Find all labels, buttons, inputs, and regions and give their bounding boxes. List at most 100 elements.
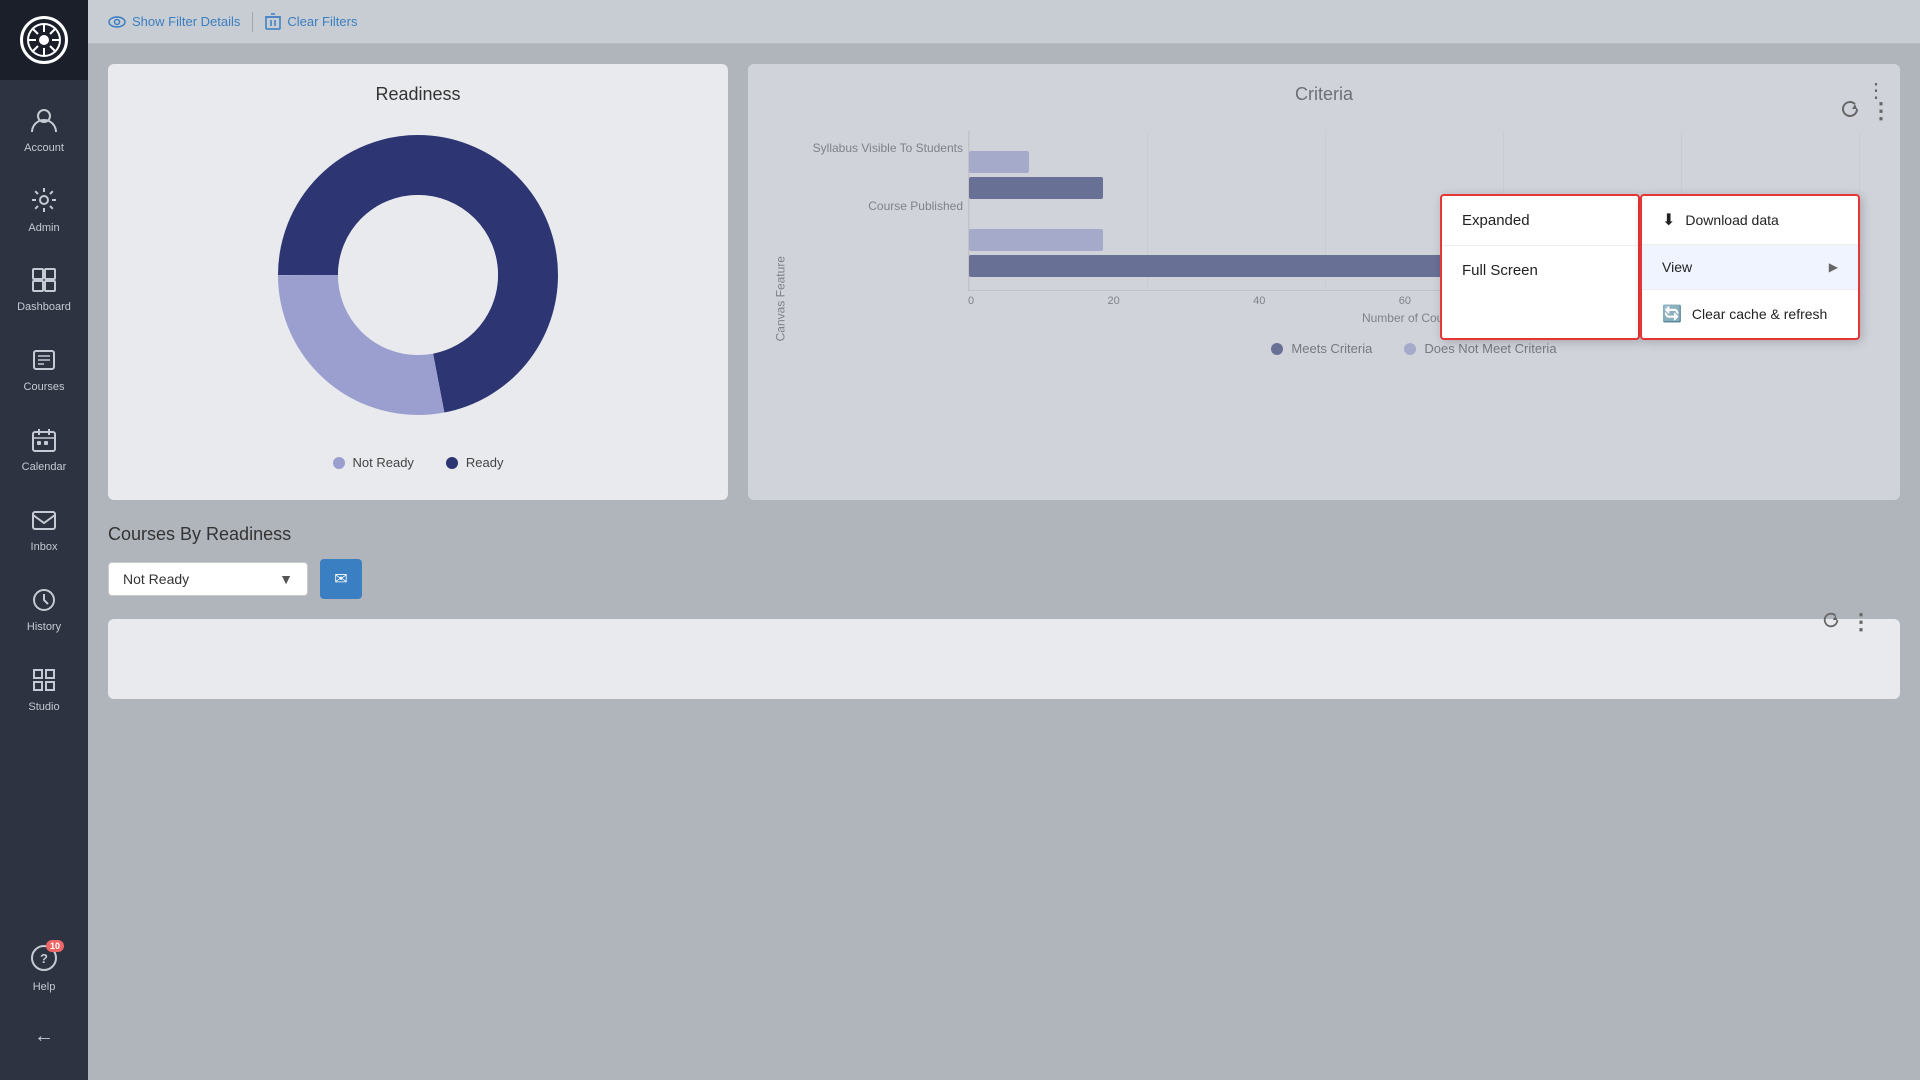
courses-by-readiness-section: Courses By Readiness Not Ready ▼ ✉ bbox=[108, 524, 1900, 599]
legend-label-dnm: Does Not Meet Criteria bbox=[1424, 341, 1556, 356]
sidebar-item-history[interactable]: History bbox=[0, 570, 88, 650]
legend-dnm: Does Not Meet Criteria bbox=[1404, 341, 1556, 356]
legend-ready: Ready bbox=[446, 455, 504, 470]
courses-section-title: Courses By Readiness bbox=[108, 524, 1900, 545]
legend-dot-meets bbox=[1271, 343, 1283, 355]
bar-row-syllabus-dnm bbox=[969, 151, 1860, 173]
clear-filters-button[interactable]: Clear Filters bbox=[265, 13, 357, 31]
bar-chart-legend: Meets Criteria Does Not Meet Criteria bbox=[968, 341, 1860, 356]
sidebar-item-studio[interactable]: Studio bbox=[0, 650, 88, 730]
legend-label-ready: Ready bbox=[466, 455, 504, 470]
legend-dot-ready bbox=[446, 457, 458, 469]
criteria-card: Criteria ⋮ Syllabus Visible To Students … bbox=[748, 64, 1900, 500]
x-label-40: 40 bbox=[1253, 295, 1265, 307]
dropdown-chevron-icon: ▼ bbox=[279, 571, 293, 587]
y-axis-title: Canvas Feature bbox=[774, 256, 788, 341]
clear-cache-label: Clear cache & refresh bbox=[1692, 306, 1827, 322]
show-filter-details-button[interactable]: Show Filter Details bbox=[108, 13, 240, 31]
x-label-20: 20 bbox=[1107, 295, 1119, 307]
sidebar-item-inbox[interactable]: Inbox bbox=[0, 490, 88, 570]
eye-icon bbox=[108, 13, 126, 31]
clear-filters-label: Clear Filters bbox=[287, 14, 357, 29]
dropdown-value: Not Ready bbox=[123, 571, 189, 587]
history-icon bbox=[31, 587, 57, 617]
sidebar-item-dashboard[interactable]: Dashboard bbox=[0, 250, 88, 330]
legend-dot-dnm bbox=[1404, 343, 1416, 355]
svg-text:?: ? bbox=[40, 951, 48, 966]
inbox-icon bbox=[31, 507, 57, 537]
sidebar-item-label: Account bbox=[24, 142, 64, 154]
admin-icon bbox=[30, 186, 58, 218]
sidebar-item-admin[interactable]: Admin bbox=[0, 170, 88, 250]
donut-chart-container: Not Ready Ready bbox=[128, 105, 708, 480]
view-label: View bbox=[1662, 259, 1692, 275]
download-label: Download data bbox=[1685, 212, 1778, 228]
readiness-card: Readiness Not Ready bbox=[108, 64, 728, 500]
bar-fill-syllabus-meets bbox=[969, 177, 1103, 199]
expanded-menu-item[interactable]: Expanded bbox=[1442, 196, 1638, 246]
sidebar-item-label: History bbox=[27, 621, 61, 633]
courses-icon bbox=[31, 347, 57, 377]
sidebar-item-courses[interactable]: Courses bbox=[0, 330, 88, 410]
sidebar-item-label: Dashboard bbox=[17, 301, 71, 313]
sidebar-item-help[interactable]: ? 10 Help bbox=[0, 928, 88, 1008]
refresh-icon: 🔄 bbox=[1662, 304, 1682, 324]
bottom-more-icon: ⋮ bbox=[1850, 609, 1872, 634]
trash-icon bbox=[265, 13, 281, 31]
chevron-right-icon: ▶ bbox=[1829, 260, 1838, 274]
bottom-more-button[interactable]: ⋮ bbox=[1850, 609, 1872, 635]
fullscreen-menu-item[interactable]: Full Screen bbox=[1442, 246, 1638, 295]
studio-icon bbox=[31, 667, 57, 697]
criteria-menu-button[interactable]: ⋮ bbox=[1866, 78, 1886, 103]
content-area: ⋮ Readiness bbox=[88, 44, 1920, 1080]
sidebar-item-label: Admin bbox=[28, 222, 59, 234]
sidebar-item-label: Courses bbox=[24, 381, 65, 393]
readiness-title: Readiness bbox=[375, 84, 460, 104]
sidebar-logo bbox=[0, 0, 88, 80]
context-menu-secondary: ⬇ Download data View ▶ 🔄 Clear cache & r… bbox=[1640, 194, 1860, 340]
bar-group-syllabus bbox=[969, 151, 1860, 199]
download-icon: ⬇ bbox=[1662, 210, 1675, 230]
legend-not-ready: Not Ready bbox=[333, 455, 414, 470]
email-icon: ✉ bbox=[334, 569, 347, 589]
bottom-card bbox=[108, 619, 1900, 699]
courses-controls: Not Ready ▼ ✉ bbox=[108, 559, 1900, 599]
readiness-dropdown[interactable]: Not Ready ▼ bbox=[108, 562, 308, 596]
legend-label-meets: Meets Criteria bbox=[1291, 341, 1372, 356]
donut-legend: Not Ready Ready bbox=[333, 455, 504, 470]
sidebar-item-calendar[interactable]: Calendar bbox=[0, 410, 88, 490]
topbar: Show Filter Details Clear Filters bbox=[88, 0, 1920, 44]
help-badge-count: 10 bbox=[46, 940, 64, 952]
sidebar: Account Admin Dashboard bbox=[0, 0, 88, 1080]
bar-fill-syllabus-dnm bbox=[969, 151, 1029, 173]
bottom-section: ⋮ bbox=[108, 619, 1900, 699]
context-menu-main: Expanded Full Screen bbox=[1440, 194, 1640, 340]
widget-row: Readiness Not Ready bbox=[108, 64, 1900, 500]
x-label-60: 60 bbox=[1399, 295, 1411, 307]
legend-label-not-ready: Not Ready bbox=[353, 455, 414, 470]
sidebar-nav: Account Admin Dashboard bbox=[0, 80, 88, 928]
download-data-item[interactable]: ⬇ Download data bbox=[1642, 196, 1858, 245]
y-label-syllabus: Syllabus Visible To Students bbox=[778, 141, 963, 155]
sidebar-item-label: Calendar bbox=[22, 461, 67, 473]
bottom-refresh-button[interactable] bbox=[1822, 609, 1840, 635]
clear-cache-item[interactable]: 🔄 Clear cache & refresh bbox=[1642, 290, 1858, 338]
view-menu-item[interactable]: View ▶ bbox=[1642, 245, 1858, 290]
refresh-button[interactable] bbox=[1840, 98, 1860, 124]
calendar-icon bbox=[31, 427, 57, 457]
context-menu-overlay: Expanded Full Screen ⬇ Download data bbox=[1440, 194, 1860, 340]
sidebar-item-account[interactable]: Account bbox=[0, 90, 88, 170]
logo-icon bbox=[20, 16, 68, 64]
legend-meets: Meets Criteria bbox=[1271, 341, 1372, 356]
sidebar-bottom: ? 10 Help ← bbox=[0, 928, 88, 1080]
help-badge: ? 10 bbox=[30, 944, 58, 977]
sidebar-item-label: Studio bbox=[28, 701, 59, 713]
dashboard-icon bbox=[31, 267, 57, 297]
sidebar-collapse-button[interactable]: ← bbox=[0, 1008, 88, 1064]
sidebar-item-label: Help bbox=[33, 981, 56, 993]
x-label-0: 0 bbox=[968, 295, 974, 307]
sidebar-item-label: Inbox bbox=[31, 541, 58, 553]
bar-fill-published-dnm bbox=[969, 229, 1103, 251]
collapse-icon: ← bbox=[34, 1025, 54, 1048]
email-button[interactable]: ✉ bbox=[320, 559, 362, 599]
